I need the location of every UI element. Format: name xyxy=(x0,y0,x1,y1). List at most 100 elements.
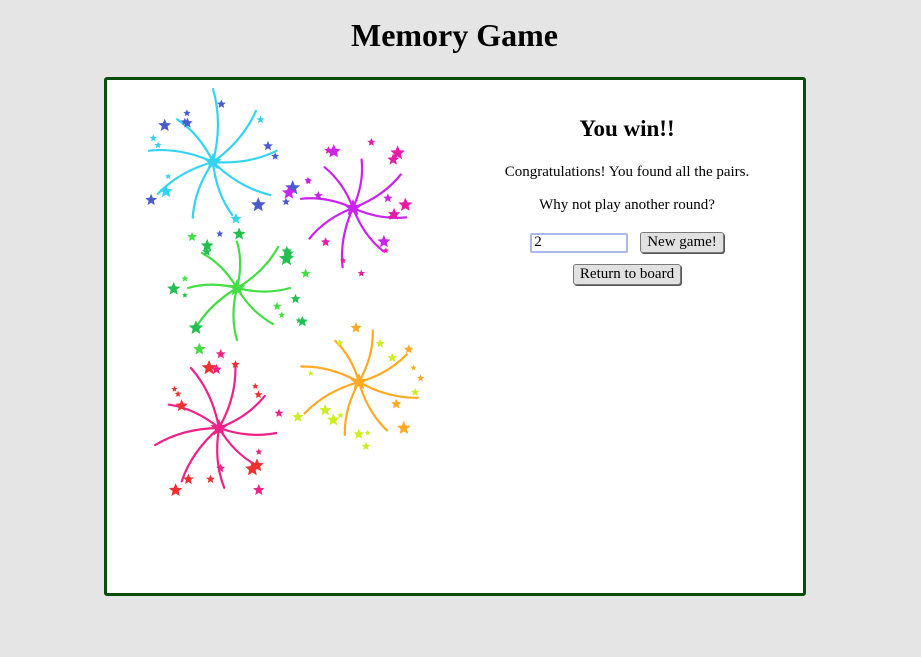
firework-star xyxy=(398,197,413,211)
firework-star xyxy=(300,268,311,278)
firework-star xyxy=(149,134,157,142)
pink-burst xyxy=(154,348,284,496)
firework-streak xyxy=(211,109,257,164)
firework-star xyxy=(282,197,290,206)
firework-star xyxy=(367,137,376,146)
firework-streak xyxy=(211,160,272,197)
firework-star xyxy=(263,140,273,151)
firework-streak xyxy=(235,245,280,290)
firework-streak xyxy=(235,286,292,293)
firework-star xyxy=(278,311,286,318)
firework-streak xyxy=(192,286,239,333)
firework-streak xyxy=(357,329,374,384)
pairs-count-input[interactable] xyxy=(530,232,629,253)
firework-star xyxy=(417,374,425,382)
firework-star xyxy=(165,173,172,180)
firework-streak xyxy=(351,158,364,210)
firework-star xyxy=(252,382,259,389)
firework-star xyxy=(272,301,282,310)
firework-star xyxy=(188,320,204,334)
new-game-button[interactable]: New game! xyxy=(640,232,724,253)
firework-star xyxy=(377,234,391,248)
firework-star xyxy=(256,115,265,124)
firework-star xyxy=(168,483,183,496)
firework-streak xyxy=(167,403,221,430)
firework-star xyxy=(216,99,226,108)
firework-star xyxy=(292,411,304,422)
win-panel: You win!! Congratulations! You found all… xyxy=(489,116,765,285)
firework-star xyxy=(171,385,178,392)
firework-star xyxy=(337,412,344,419)
firework-star xyxy=(167,282,181,295)
firework-star xyxy=(353,428,365,439)
firework-star xyxy=(361,441,371,450)
firework-core xyxy=(344,199,362,216)
green-burst xyxy=(167,227,311,355)
firework-star xyxy=(382,247,389,254)
firework-star xyxy=(181,275,189,282)
win-heading: You win!! xyxy=(579,116,675,141)
new-game-row: New game! xyxy=(489,232,765,256)
firework-streak xyxy=(299,197,355,210)
firework-streak xyxy=(235,286,274,325)
magenta-burst xyxy=(282,137,413,277)
firework-streak xyxy=(340,206,355,269)
firework-streak xyxy=(216,426,226,489)
game-board: You win!! Congratulations! You found all… xyxy=(104,77,806,596)
return-to-board-button[interactable]: Return to board xyxy=(572,264,682,285)
firework-star xyxy=(320,237,331,247)
firework-star xyxy=(391,398,402,409)
firework-star xyxy=(396,420,411,434)
firework-star xyxy=(383,193,393,203)
firework-star xyxy=(364,429,371,436)
play-again-prompt: Why not play another round? xyxy=(539,197,715,213)
firework-core xyxy=(350,373,368,390)
firework-star xyxy=(145,193,158,206)
firework-star xyxy=(206,474,215,483)
firework-star xyxy=(215,348,226,359)
firework-star xyxy=(350,322,362,333)
firework-star xyxy=(307,370,314,376)
firework-star xyxy=(253,484,265,495)
firework-star xyxy=(290,293,301,304)
firework-streak xyxy=(217,365,237,430)
firework-streak xyxy=(217,426,278,436)
firework-star xyxy=(174,390,182,397)
firework-streak xyxy=(180,426,221,483)
firework-star xyxy=(410,364,417,371)
firework-streak xyxy=(211,149,278,164)
return-row: Return to board xyxy=(489,264,765,285)
firework-star xyxy=(193,342,206,355)
firework-star xyxy=(250,197,266,212)
firework-star xyxy=(254,390,263,399)
firework-streak xyxy=(200,251,239,290)
firework-star xyxy=(183,109,191,117)
firework-star xyxy=(326,144,341,158)
page-title: Memory Game xyxy=(350,17,558,53)
firework-star xyxy=(216,230,224,237)
firework-star xyxy=(154,141,162,149)
firework-star xyxy=(357,269,365,277)
firework-star xyxy=(411,387,420,396)
firework-streak xyxy=(357,380,420,399)
congratulations-message: Congratulations! You found all the pairs… xyxy=(504,164,750,180)
firework-streak xyxy=(191,160,215,219)
firework-star xyxy=(387,352,398,362)
firework-star xyxy=(187,231,197,242)
firework-star xyxy=(158,118,172,131)
fireworks-illustration xyxy=(145,87,425,496)
firework-star xyxy=(319,404,332,416)
firework-star xyxy=(255,448,263,455)
firework-star xyxy=(232,227,246,240)
firework-star xyxy=(296,315,308,327)
cyan-burst xyxy=(145,87,301,237)
firework-star xyxy=(274,408,284,417)
firework-streak xyxy=(232,286,239,342)
firework-star xyxy=(182,292,188,298)
orange-burst xyxy=(292,322,425,450)
firework-streak xyxy=(211,87,219,164)
firework-star xyxy=(159,184,173,198)
firework-star xyxy=(375,338,385,348)
firework-star xyxy=(404,344,414,354)
firework-streak xyxy=(343,380,361,436)
